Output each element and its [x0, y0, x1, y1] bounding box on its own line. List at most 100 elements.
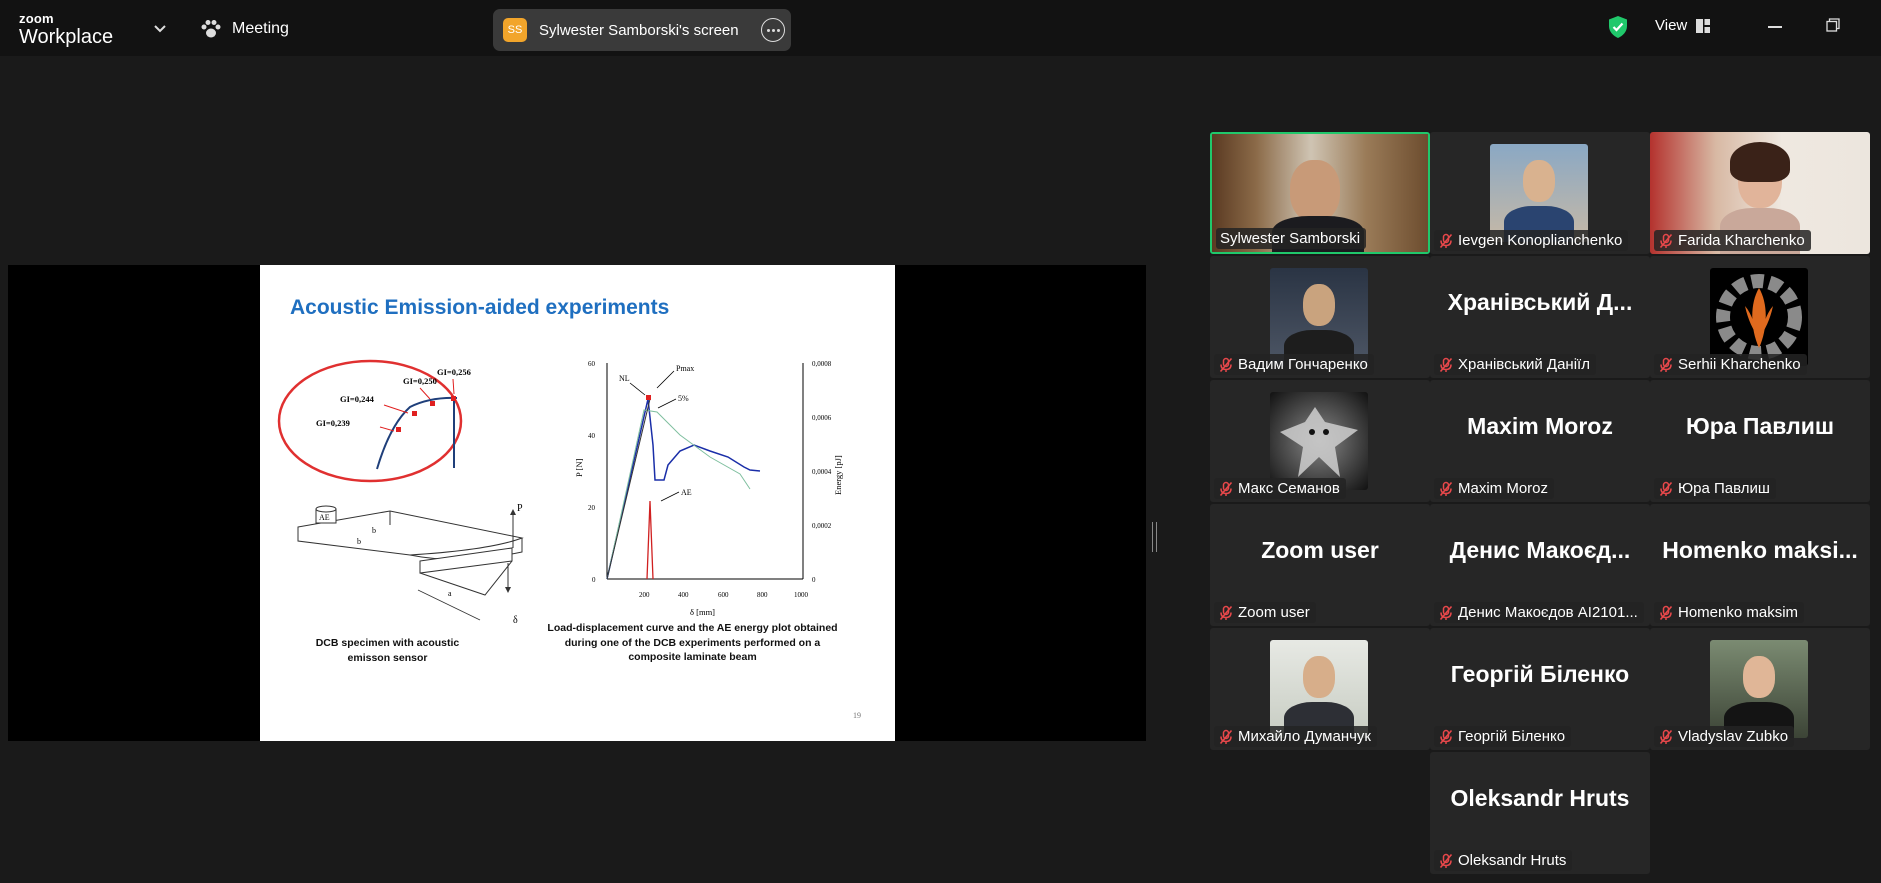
participant-name-tag: Хранівський Даніїл [1434, 354, 1596, 375]
participant-name-tag: Sylwester Samborski [1216, 228, 1367, 249]
gi-label-1: GI=0,239 [316, 418, 350, 428]
participant-tile[interactable]: Maxim Moroz Maxim Moroz [1430, 380, 1650, 502]
participant-name: Serhii Kharchenko [1678, 356, 1801, 373]
x-tick-200: 200 [639, 591, 650, 599]
more-options-icon[interactable] [761, 18, 785, 42]
participant-name-tag: Михайло Думанчук [1214, 726, 1377, 747]
muted-mic-icon [1659, 605, 1673, 620]
meeting-label: Meeting [232, 20, 289, 37]
muted-mic-icon [1659, 233, 1673, 248]
participant-name: Денис Макоєдов AI2101... [1458, 604, 1638, 621]
participant-tile[interactable]: Ievgen Konoplianchenko [1430, 132, 1650, 254]
participant-name-tag: Георгій Біленко [1434, 726, 1572, 747]
participant-name-tag: Денис Макоєдов AI2101... [1434, 602, 1644, 623]
participant-display-name: Денис Макоєд... [1449, 537, 1631, 563]
participant-photo [1270, 392, 1368, 490]
y-tick-60: 60 [588, 360, 596, 368]
participant-name-tag: Вадим Гончаренко [1214, 354, 1374, 375]
muted-mic-icon [1219, 729, 1233, 744]
muted-mic-icon [1659, 729, 1673, 744]
participant-tile[interactable]: Михайло Думанчук [1210, 628, 1430, 750]
y2-axis-label: Energy [pJ] [833, 455, 843, 495]
y-axis-label: P [N] [574, 458, 584, 477]
participant-tile[interactable]: Макс Семанов [1210, 380, 1430, 502]
participant-name: Sylwester Samborski [1220, 230, 1361, 247]
y-tick-40: 40 [588, 432, 596, 440]
p-label: P [517, 503, 523, 514]
minimize-icon[interactable] [1768, 26, 1782, 28]
participant-tile[interactable]: Zoom user Zoom user [1210, 504, 1430, 626]
muted-mic-icon [1439, 481, 1453, 496]
participant-name: Oleksandr Hruts [1458, 852, 1567, 869]
zoom-workplace-logo[interactable]: zoom Workplace [19, 12, 113, 47]
grid-layout-icon [1696, 18, 1711, 33]
view-button[interactable]: View [1655, 17, 1711, 34]
paw-icon [201, 20, 221, 38]
participant-tile[interactable]: Вадим Гончаренко [1210, 256, 1430, 378]
participant-display-name: Maxim Moroz [1467, 413, 1613, 439]
five-percent-label: 5% [678, 394, 689, 403]
muted-mic-icon [1659, 481, 1673, 496]
nl-label: NL [619, 374, 630, 383]
slide-page-number: 19 [853, 711, 861, 720]
brand-top: zoom [19, 11, 54, 26]
participant-display-name: Zoom user [1261, 537, 1379, 563]
y2-tick-0: 0 [812, 576, 816, 584]
participant-name: Zoom user [1238, 604, 1310, 621]
caption-dcb: DCB specimen with acoustic emisson senso… [315, 637, 460, 664]
participant-tile[interactable]: Farida Kharchenko [1650, 132, 1870, 254]
participant-name: Вадим Гончаренко [1238, 356, 1368, 373]
participant-name: Хранівський Даніїл [1458, 356, 1590, 373]
security-shield-icon[interactable] [1607, 15, 1629, 39]
a-label: a [448, 589, 452, 598]
participant-tile[interactable]: Homenko maksi... Homenko maksim [1650, 504, 1870, 626]
x-tick-800: 800 [757, 591, 768, 599]
participant-name: Homenko maksim [1678, 604, 1799, 621]
y-tick-20: 20 [588, 504, 596, 512]
participant-name-tag: Zoom user [1214, 602, 1316, 623]
participant-tile[interactable]: Георгій Біленко Георгій Біленко [1430, 628, 1650, 750]
ae-curve-label: AE [681, 488, 692, 497]
participant-name-tag: Vladyslav Zubko [1654, 726, 1795, 747]
participant-name-tag: Serhii Kharchenko [1654, 354, 1807, 375]
muted-mic-icon [1439, 729, 1453, 744]
muted-mic-icon [1439, 357, 1453, 372]
gi-label-4: GI=0,256 [437, 367, 471, 377]
y2-tick-3: 0,0006 [812, 414, 832, 422]
x-tick-400: 400 [678, 591, 689, 599]
participant-tile[interactable]: Oleksandr Hruts Oleksandr Hruts [1430, 752, 1650, 874]
participant-name: Vladyslav Zubko [1678, 728, 1789, 745]
participant-tile[interactable]: Денис Макоєд... Денис Макоєдов AI2101... [1430, 504, 1650, 626]
participant-name-tag: Макс Семанов [1214, 478, 1346, 499]
meeting-button[interactable]: Meeting [200, 17, 289, 41]
screen-share-indicator[interactable]: SS Sylwester Samborski's screen [493, 9, 791, 51]
panel-resize-handle[interactable] [1152, 522, 1157, 552]
b2-label: b [357, 537, 361, 546]
x-tick-1000: 1000 [794, 591, 809, 599]
share-label: Sylwester Samborski's screen [539, 21, 739, 39]
muted-mic-icon [1439, 233, 1453, 248]
chevron-down-icon[interactable] [152, 20, 168, 36]
delta-label: δ [513, 615, 518, 626]
brand-bottom: Workplace [19, 26, 114, 48]
participant-tile[interactable]: Serhii Kharchenko [1650, 256, 1870, 378]
muted-mic-icon [1219, 605, 1233, 620]
participant-display-name: Homenko maksi... [1662, 537, 1858, 563]
x-tick-600: 600 [718, 591, 729, 599]
participant-name-tag: Homenko maksim [1654, 602, 1805, 623]
pmax-label: Pmax [676, 364, 694, 373]
participant-tile[interactable]: Vladyslav Zubko [1650, 628, 1870, 750]
participant-tile[interactable]: Sylwester Samborski [1210, 132, 1430, 254]
top-bar: zoom Workplace Meeting SS Sylwester Samb… [0, 0, 1881, 56]
participant-name: Юра Павлиш [1678, 480, 1770, 497]
participant-tile[interactable]: Хранівський Д... Хранівський Даніїл [1430, 256, 1650, 378]
participant-tile[interactable]: Юра Павлиш Юра Павлиш [1650, 380, 1870, 502]
ae-sensor-label: AE [319, 513, 330, 522]
presentation-slide: Acoustic Emission-aided experiments GI=0… [260, 265, 895, 741]
participant-name-tag: Farida Kharchenko [1654, 230, 1811, 251]
restore-window-icon[interactable] [1826, 18, 1840, 32]
muted-mic-icon [1219, 357, 1233, 372]
gi-label-3: GI=0,250 [403, 376, 437, 386]
participant-photo [1270, 268, 1368, 366]
participant-name-tag: Ievgen Konoplianchenko [1434, 230, 1629, 251]
